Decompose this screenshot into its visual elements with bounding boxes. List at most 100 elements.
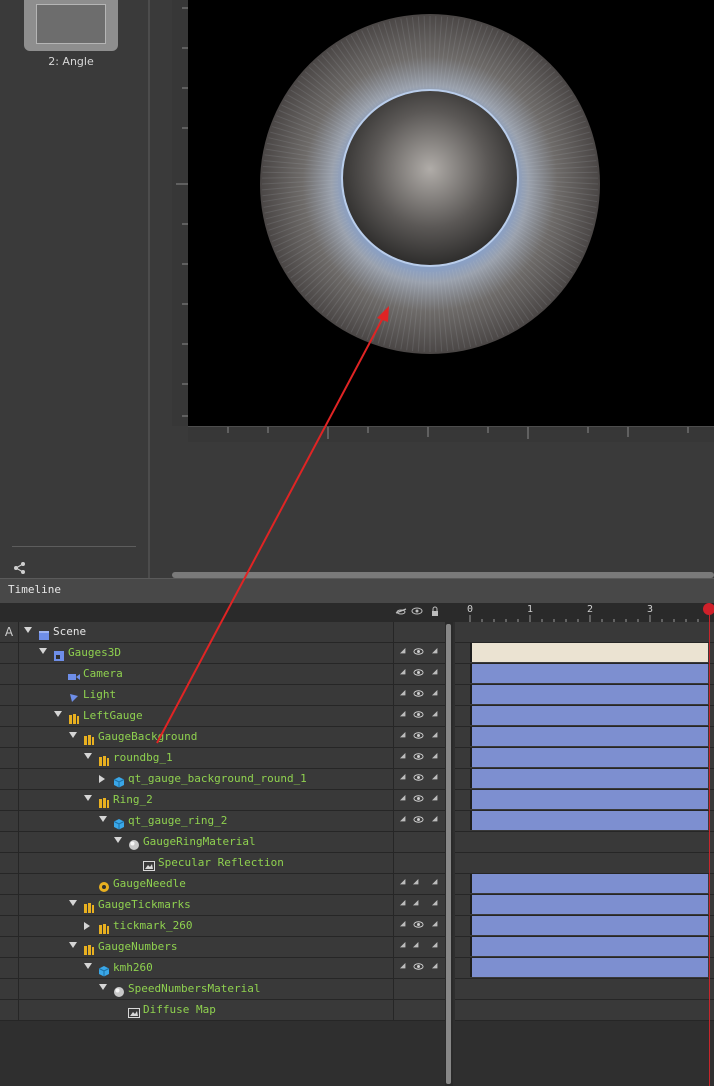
tree-row[interactable]: Diffuse Map bbox=[0, 1000, 393, 1021]
tree-row-label[interactable]: GaugeTickmarks bbox=[98, 898, 191, 911]
expand-down-icon[interactable] bbox=[69, 900, 77, 906]
tree-row[interactable]: GaugeBackground bbox=[0, 727, 393, 748]
eye-toggle-icon[interactable] bbox=[413, 751, 424, 765]
expand-down-icon[interactable] bbox=[99, 816, 107, 822]
row-action-cell[interactable]: A bbox=[0, 622, 19, 642]
tree-row-label[interactable]: roundbg_1 bbox=[113, 751, 173, 764]
tree-row[interactable]: GaugeRingMaterial bbox=[0, 832, 393, 853]
lock-toggle-icon[interactable]: ◢ bbox=[432, 730, 437, 740]
shy-toggle-icon[interactable]: ◢ bbox=[400, 814, 405, 824]
row-action-cell[interactable] bbox=[0, 769, 19, 789]
track-bar[interactable] bbox=[470, 643, 708, 662]
eye-toggle-icon[interactable]: ◢ bbox=[413, 940, 418, 950]
track-bar[interactable] bbox=[470, 895, 708, 914]
expand-down-icon[interactable] bbox=[54, 711, 62, 717]
row-action-cell[interactable] bbox=[0, 958, 19, 978]
track-bar[interactable] bbox=[470, 958, 708, 977]
tree-row[interactable]: A Scene bbox=[0, 622, 393, 643]
lock-toggle-icon[interactable]: ◢ bbox=[432, 709, 437, 719]
tree-row[interactable]: GaugeNumbers bbox=[0, 937, 393, 958]
tree-row-label[interactable]: Gauges3D bbox=[68, 646, 121, 659]
track-bar[interactable] bbox=[470, 664, 708, 683]
tree-row-label[interactable]: LeftGauge bbox=[83, 709, 143, 722]
lock-toggle-icon[interactable]: ◢ bbox=[432, 667, 437, 677]
tree-row[interactable]: qt_gauge_background_round_1 bbox=[0, 769, 393, 790]
eye-toggle-icon[interactable] bbox=[413, 919, 424, 933]
expand-down-icon[interactable] bbox=[39, 648, 47, 654]
row-action-cell[interactable] bbox=[0, 685, 19, 705]
shy-toggle-icon[interactable]: ◢ bbox=[400, 961, 405, 971]
tree-row[interactable]: Camera bbox=[0, 664, 393, 685]
row-action-cell[interactable] bbox=[0, 1000, 19, 1020]
shy-toggle-icon[interactable]: ◢ bbox=[400, 709, 405, 719]
tree-row-label[interactable]: Ring_2 bbox=[113, 793, 153, 806]
tree-row-label[interactable]: kmh260 bbox=[113, 961, 153, 974]
shy-toggle-icon[interactable]: ◢ bbox=[400, 646, 405, 656]
tree-row-label[interactable]: Specular Reflection bbox=[158, 856, 284, 869]
row-action-cell[interactable] bbox=[0, 706, 19, 726]
tree-row-label[interactable]: Diffuse Map bbox=[143, 1003, 216, 1016]
shy-toggle-icon[interactable]: ◢ bbox=[400, 793, 405, 803]
track-bar[interactable] bbox=[470, 727, 708, 746]
lock-toggle-icon[interactable]: ◢ bbox=[432, 898, 437, 908]
track-bar[interactable] bbox=[470, 685, 708, 704]
eye-toggle-icon[interactable] bbox=[413, 646, 424, 660]
tree-row-label[interactable]: Scene bbox=[53, 625, 86, 638]
shy-toggle-icon[interactable]: ◢ bbox=[400, 919, 405, 929]
share-icon[interactable] bbox=[13, 560, 27, 574]
slide-thumbnail[interactable] bbox=[24, 0, 118, 51]
eye-toggle-icon[interactable] bbox=[413, 688, 424, 702]
playhead-handle[interactable] bbox=[703, 603, 714, 615]
tree-row-label[interactable]: GaugeRingMaterial bbox=[143, 835, 256, 848]
expand-down-icon[interactable] bbox=[84, 795, 92, 801]
tree-row[interactable]: SpeedNumbersMaterial bbox=[0, 979, 393, 1000]
tree-row[interactable]: Ring_2 bbox=[0, 790, 393, 811]
tree-row[interactable]: roundbg_1 bbox=[0, 748, 393, 769]
eye-toggle-icon[interactable] bbox=[413, 730, 424, 744]
tree-row[interactable]: Light bbox=[0, 685, 393, 706]
eye-toggle-icon[interactable] bbox=[413, 667, 424, 681]
shy-toggle-icon[interactable]: ◢ bbox=[400, 898, 405, 908]
shy-toggle-icon[interactable]: ◢ bbox=[400, 877, 405, 887]
lock-toggle-icon[interactable]: ◢ bbox=[432, 751, 437, 761]
tree-row[interactable]: Specular Reflection bbox=[0, 853, 393, 874]
track-bar[interactable] bbox=[470, 937, 708, 956]
tree-row-label[interactable]: GaugeBackground bbox=[98, 730, 197, 743]
lock-toggle-icon[interactable]: ◢ bbox=[432, 646, 437, 656]
expand-down-icon[interactable] bbox=[99, 984, 107, 990]
track-bar[interactable] bbox=[470, 769, 708, 788]
lock-toggle-icon[interactable]: ◢ bbox=[432, 919, 437, 929]
lock-toggle-icon[interactable]: ◢ bbox=[432, 688, 437, 698]
row-action-cell[interactable] bbox=[0, 643, 19, 663]
eye-toggle-icon[interactable] bbox=[413, 961, 424, 975]
eye-toggle-icon[interactable]: ◢ bbox=[413, 877, 418, 887]
row-action-cell[interactable] bbox=[0, 895, 19, 915]
tree-row[interactable]: GaugeNeedle bbox=[0, 874, 393, 895]
tree-scrollbar-thumb[interactable] bbox=[446, 624, 451, 1084]
expand-down-icon[interactable] bbox=[69, 732, 77, 738]
tree-row[interactable]: GaugeTickmarks bbox=[0, 895, 393, 916]
shy-toggle-icon[interactable]: ◢ bbox=[400, 940, 405, 950]
lock-toggle-icon[interactable]: ◢ bbox=[432, 772, 437, 782]
track-bar[interactable] bbox=[470, 706, 708, 725]
lock-toggle-icon[interactable]: ◢ bbox=[432, 961, 437, 971]
track-bar[interactable] bbox=[470, 916, 708, 935]
tree-row-label[interactable]: Camera bbox=[83, 667, 123, 680]
row-action-cell[interactable] bbox=[0, 853, 19, 873]
expand-right-icon[interactable] bbox=[99, 775, 105, 783]
tree-row[interactable]: tickmark_260 bbox=[0, 916, 393, 937]
expand-down-icon[interactable] bbox=[24, 627, 32, 633]
expand-right-icon[interactable] bbox=[84, 922, 90, 930]
eye-toggle-icon[interactable]: ◢ bbox=[413, 898, 418, 908]
eye-toggle-icon[interactable] bbox=[413, 814, 424, 828]
tree-row[interactable]: kmh260 bbox=[0, 958, 393, 979]
playhead-line[interactable] bbox=[709, 603, 710, 1086]
tree-row-label[interactable]: Light bbox=[83, 688, 116, 701]
expand-down-icon[interactable] bbox=[69, 942, 77, 948]
lock-toggle-icon[interactable]: ◢ bbox=[432, 877, 437, 887]
lock-toggle-icon[interactable]: ◢ bbox=[432, 940, 437, 950]
eye-column-icon[interactable] bbox=[411, 605, 423, 619]
row-action-cell[interactable] bbox=[0, 874, 19, 894]
row-action-cell[interactable] bbox=[0, 748, 19, 768]
tree-row[interactable]: qt_gauge_ring_2 bbox=[0, 811, 393, 832]
